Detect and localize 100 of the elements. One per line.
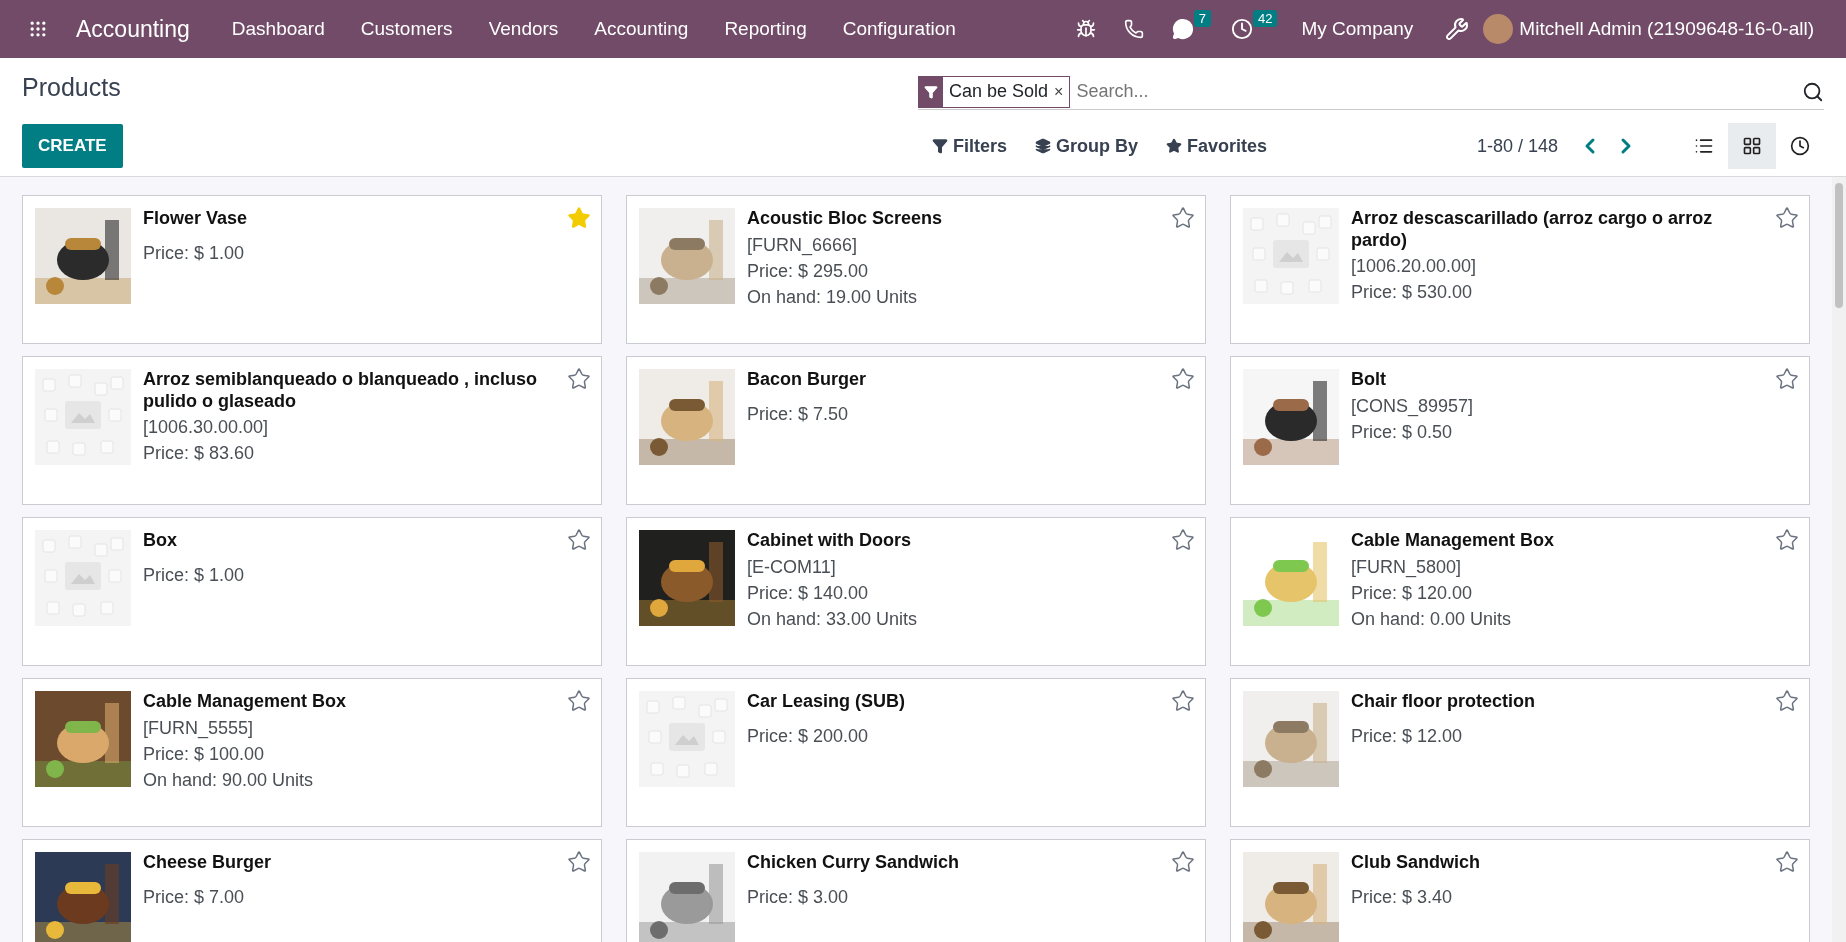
search-option-button[interactable]: Filters (918, 135, 1022, 157)
search-option-button[interactable]: Favorites (1152, 135, 1282, 157)
product-reference: [CONS_89957] (1351, 395, 1475, 417)
favorite-star-icon[interactable] (1171, 528, 1195, 552)
product-card[interactable]: Club Sandwich Price: $ 3.40 (1230, 839, 1810, 942)
clock-icon[interactable] (1230, 18, 1253, 40)
product-price: Price: $ 140.00 (747, 582, 870, 604)
product-price: Price: $ 200.00 (747, 725, 870, 747)
product-card[interactable]: Box Price: $ 1.00 (22, 517, 602, 666)
on-hand-quantity: On hand: 0.00 Units (1351, 608, 1513, 630)
product-name: Club Sandwich (1351, 852, 1481, 874)
product-card[interactable]: Arroz semiblanqueado o blanqueado , incluso pulido o glaseado [1006.30.00.00] Price: $ 83.60 (22, 356, 602, 505)
filter-icon (932, 138, 948, 154)
favorite-star-icon[interactable] (1171, 367, 1195, 391)
image-placeholder-icon (35, 369, 131, 465)
product-price: Price: $ 7.00 (143, 886, 246, 908)
scrollbar-thumb[interactable] (1835, 183, 1843, 308)
image-placeholder-icon (35, 530, 131, 626)
favorite-star-icon[interactable] (567, 850, 591, 874)
favorite-star-icon[interactable] (1775, 850, 1799, 874)
product-price: Price: $ 3.40 (1351, 886, 1454, 908)
menu-item[interactable]: Customers (342, 18, 471, 40)
favorite-star-icon[interactable] (567, 367, 591, 391)
product-name: Arroz descascarillado (arroz cargo o arroz pardo) (1351, 208, 1714, 252)
product-name: Bolt (1351, 369, 1387, 391)
product-name: Cabinet with Doors (747, 530, 912, 552)
star-icon (1166, 138, 1183, 154)
product-name: Cheese Burger (143, 852, 273, 874)
kanban-view-button[interactable] (1728, 123, 1776, 169)
layers-icon (1035, 138, 1052, 154)
user-avatar[interactable] (1483, 14, 1514, 44)
product-price: Price: $ 1.00 (143, 564, 246, 586)
filter-icon (919, 76, 943, 107)
favorite-star-icon[interactable] (1171, 850, 1195, 874)
product-name: Box (143, 530, 178, 552)
product-card[interactable]: Chair floor protection Price: $ 12.00 (1230, 678, 1810, 827)
favorite-star-icon[interactable] (1775, 206, 1799, 230)
product-price: Price: $ 120.00 (1351, 582, 1474, 604)
product-price: Price: $ 83.60 (143, 443, 256, 465)
menu-item[interactable]: Reporting (706, 18, 825, 40)
on-hand-quantity: On hand: 90.00 Units (143, 769, 315, 791)
search-bar[interactable]: Can be Sold × Search... (918, 74, 1824, 110)
activity-count-badge: 42 (1252, 10, 1278, 27)
product-name: Bacon Burger (747, 369, 868, 391)
product-card[interactable]: Cable Management Box [FURN_5555] Price: $ 100.00 On hand: 90.00 Units (22, 678, 602, 827)
product-price: Price: $ 12.00 (1351, 725, 1464, 747)
product-name: Car Leasing (SUB) (747, 691, 907, 713)
product-name: Cable Management Box (143, 691, 348, 713)
list-icon (1694, 136, 1714, 156)
product-card[interactable]: Arroz descascarillado (arroz cargo o arroz pardo) [1006.20.00.00] Price: $ 530.00 (1230, 195, 1810, 344)
product-reference: [E-COM11] (747, 556, 837, 578)
facet-label: Can be Sold (948, 81, 1050, 102)
chat-icon[interactable] (1171, 18, 1194, 40)
menu-item[interactable]: Accounting (576, 18, 707, 40)
product-price: Price: $ 1.00 (143, 242, 246, 264)
product-name: Arroz semiblanqueado o blanqueado , incluso pulido o glaseado (143, 369, 539, 413)
company-switcher[interactable]: My Company (1283, 18, 1432, 40)
page-title: Products (22, 72, 122, 102)
product-reference: [1006.20.00.00] (1351, 256, 1478, 278)
user-menu[interactable]: Mitchell Admin (21909648-16-0-all) (1519, 18, 1832, 40)
pager-value[interactable]: 1-80 / 148 (1476, 135, 1558, 157)
image-placeholder-icon (639, 691, 735, 787)
product-card[interactable]: Acoustic Bloc Screens [FURN_6666] Price: $ 295.00 On hand: 19.00 Units (626, 195, 1206, 344)
product-card[interactable]: Bacon Burger Price: $ 7.50 (626, 356, 1206, 505)
product-name: Cable Management Box (1351, 530, 1556, 552)
menu-item[interactable]: Configuration (824, 18, 974, 40)
favorite-star-icon[interactable] (567, 206, 591, 230)
search-icon[interactable] (1802, 80, 1824, 103)
favorite-star-icon[interactable] (567, 689, 591, 713)
product-name: Acoustic Bloc Screens (747, 208, 944, 230)
clock-icon (1790, 136, 1810, 156)
product-price: Price: $ 530.00 (1351, 282, 1474, 304)
on-hand-quantity: On hand: 33.00 Units (747, 608, 919, 630)
message-count-badge: 7 (1193, 10, 1211, 27)
product-name: Chicken Curry Sandwich (747, 852, 961, 874)
product-card[interactable]: Cabinet with Doors [E-COM11] Price: $ 140.00 On hand: 33.00 Units (626, 517, 1206, 666)
favorite-star-icon[interactable] (567, 528, 591, 552)
favorite-star-icon[interactable] (1171, 206, 1195, 230)
product-name: Flower Vase (143, 208, 249, 230)
grid-icon (1742, 136, 1762, 156)
product-card[interactable]: Flower Vase Price: $ 1.00 (22, 195, 602, 344)
favorite-star-icon[interactable] (1171, 689, 1195, 713)
menu-item[interactable]: Dashboard (213, 18, 343, 40)
product-card[interactable]: Car Leasing (SUB) Price: $ 200.00 (626, 678, 1206, 827)
favorite-star-icon[interactable] (1775, 689, 1799, 713)
product-card[interactable]: Cable Management Box [FURN_5800] Price: $ 120.00 On hand: 0.00 Units (1230, 517, 1810, 666)
product-card[interactable]: Cheese Burger Price: $ 7.00 (22, 839, 602, 942)
product-card[interactable]: Chicken Curry Sandwich Price: $ 3.00 (626, 839, 1206, 942)
product-reference: [FURN_5555] (143, 717, 255, 739)
menu-item[interactable]: Vendors (470, 18, 577, 40)
product-reference: [FURN_5800] (1351, 556, 1463, 578)
app-name[interactable]: Accounting (62, 15, 214, 43)
product-card[interactable]: Bolt [CONS_89957] Price: $ 0.50 (1230, 356, 1810, 505)
create-button[interactable]: CREATE (22, 124, 123, 168)
search-option-button[interactable]: Group By (1021, 135, 1153, 157)
favorite-star-icon[interactable] (1775, 367, 1799, 391)
image-placeholder-icon (1243, 208, 1339, 304)
filter-facet[interactable]: Can be Sold × (918, 75, 1071, 108)
favorite-star-icon[interactable] (1775, 528, 1799, 552)
facet-remove[interactable]: × (1054, 82, 1070, 101)
